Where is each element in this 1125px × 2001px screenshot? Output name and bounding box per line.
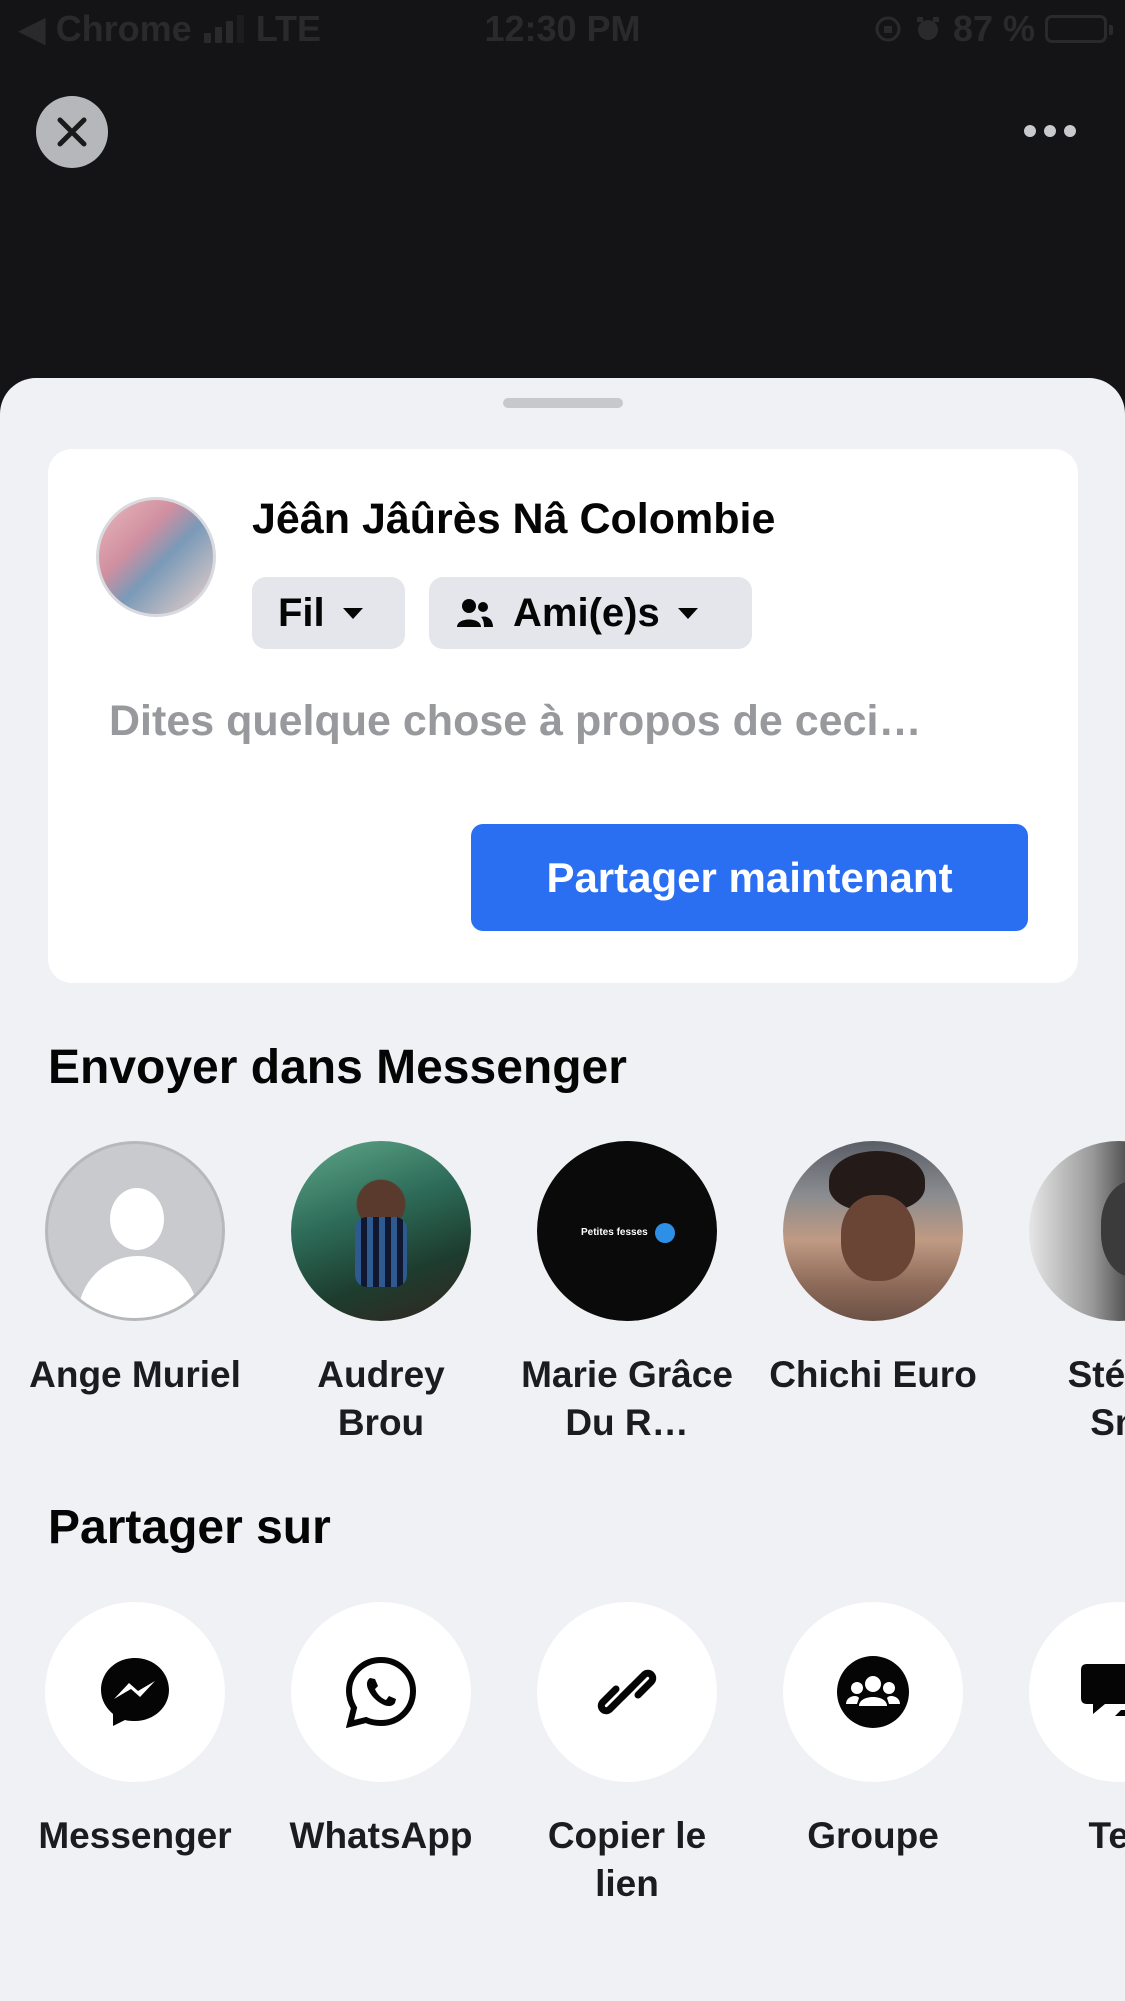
destination-label: Fil [278,590,325,635]
messenger-section-title: Envoyer dans Messenger [48,1041,627,1094]
contact-item[interactable]: Ange Muriel [15,1141,255,1399]
friends-icon [457,599,493,627]
share-group-button[interactable]: Groupe [753,1602,993,1860]
status-right: 87 % [873,8,1113,50]
share-app-label: Groupe [807,1815,939,1856]
share-sheet: Jêân Jâûrès Nâ Colombie Fil Ami(e)s Part… [0,378,1125,2001]
audience-dropdown[interactable]: Ami(e)s [429,577,752,649]
contact-name: Audrey Brou [317,1354,445,1443]
alarm-icon [916,17,939,40]
share-app-label: Messenger [38,1815,232,1856]
share-messenger-button[interactable]: Messenger [15,1602,255,1860]
share-now-button[interactable]: Partager maintenant [471,824,1028,931]
battery-icon [1045,15,1113,43]
messenger-icon [101,1658,169,1726]
text-message-icon [1081,1664,1125,1716]
user-name: Jêân Jâûrès Nâ Colombie [252,495,776,543]
chevron-down-icon [342,607,363,619]
share-on-section-title: Partager sur [48,1501,331,1554]
contact-item[interactable]: Audrey Brou [261,1141,501,1447]
share-app-label: Tex [1088,1815,1125,1856]
share-composer-card: Jêân Jâûrès Nâ Colombie Fil Ami(e)s Part… [48,449,1078,983]
contact-item[interactable]: Stéph Sm [999,1141,1125,1447]
share-copy-link-button[interactable]: Copier le lien [507,1602,747,1908]
share-whatsapp-button[interactable]: WhatsApp [261,1602,501,1860]
share-text-message-button[interactable]: Tex [999,1602,1125,1860]
status-bar: ◀ Chrome LTE 12:30 PM 87 % [0,0,1125,60]
contact-item[interactable]: Petites fesses Marie Grâce Du R… [507,1141,747,1447]
contact-name: Ange Muriel [29,1354,241,1395]
battery-percent: 87 % [952,8,1035,49]
contact-avatar [45,1141,225,1321]
contact-avatar: Petites fesses [537,1141,717,1321]
destination-dropdown[interactable]: Fil [252,577,405,649]
contact-avatar [291,1141,471,1321]
group-icon-circle [783,1602,963,1782]
user-avatar [96,497,216,617]
whatsapp-icon-circle [291,1602,471,1782]
messenger-icon-circle [45,1602,225,1782]
share-app-label: WhatsApp [289,1815,473,1856]
link-icon-circle [537,1602,717,1782]
link-icon [597,1669,657,1715]
close-button[interactable] [36,96,108,168]
close-icon [57,117,87,147]
text-message-icon-circle [1029,1602,1125,1782]
sheet-grabber[interactable] [503,398,623,408]
share-comment-input[interactable] [109,687,1029,755]
whatsapp-icon [345,1656,417,1729]
contact-avatar [1029,1141,1125,1321]
contact-item[interactable]: Chichi Euro [753,1141,993,1399]
orientation-lock-icon [875,16,901,42]
contact-name: Stéph Sm [1067,1354,1125,1443]
contact-name: Chichi Euro [769,1354,977,1395]
more-options-icon[interactable] [1022,116,1078,146]
chevron-down-icon [677,607,698,619]
share-app-label: Copier le lien [547,1815,707,1904]
contact-avatar [783,1141,963,1321]
group-icon [837,1656,909,1728]
contact-name: Marie Grâce Du R… [521,1354,733,1443]
audience-label: Ami(e)s [513,590,660,635]
